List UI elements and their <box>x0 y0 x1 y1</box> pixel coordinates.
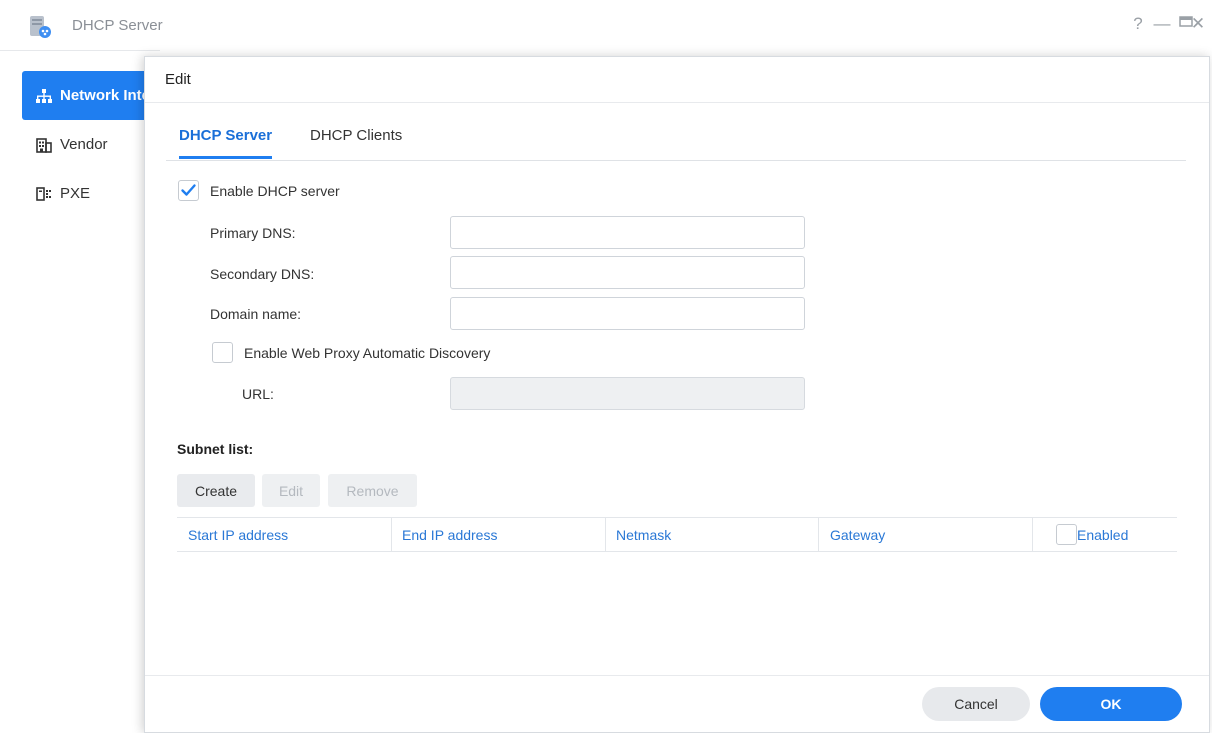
checkmark-icon <box>181 184 196 196</box>
column-enabled[interactable]: Enabled <box>1077 518 1128 551</box>
subnet-table-header: Start IP address End IP address Netmask … <box>177 517 1177 552</box>
minimize-icon[interactable]: — <box>1152 14 1172 34</box>
dialog-footer: Cancel OK <box>145 675 1209 733</box>
edit-button[interactable]: Edit <box>262 474 320 507</box>
secondary-dns-input[interactable] <box>450 256 805 289</box>
create-button[interactable]: Create <box>177 474 255 507</box>
sidebar-item-label: Vendor <box>60 136 108 153</box>
sidebar-item-network-interface[interactable]: Network Interface <box>22 71 162 120</box>
pxe-icon <box>36 186 52 202</box>
column-netmask[interactable]: Netmask <box>616 518 671 551</box>
column-gateway[interactable]: Gateway <box>830 518 885 551</box>
column-divider <box>605 518 606 551</box>
column-divider <box>818 518 819 551</box>
domain-name-input[interactable] <box>450 297 805 330</box>
enable-dhcp-checkbox[interactable] <box>178 180 199 201</box>
network-icon <box>36 88 52 104</box>
column-start-ip[interactable]: Start IP address <box>188 518 288 551</box>
subnet-list-title: Subnet list: <box>177 441 254 457</box>
remove-button[interactable]: Remove <box>328 474 417 507</box>
building-icon <box>36 137 52 153</box>
column-divider <box>1032 518 1033 551</box>
sidebar-item-vendor[interactable]: Vendor <box>22 120 162 169</box>
tab-dhcp-server[interactable]: DHCP Server <box>179 127 273 159</box>
url-input[interactable] <box>450 377 805 410</box>
cancel-button[interactable]: Cancel <box>922 687 1030 721</box>
url-label: URL: <box>242 386 274 402</box>
primary-dns-input[interactable] <box>450 216 805 249</box>
wpad-checkbox[interactable] <box>212 342 233 363</box>
enabled-all-checkbox[interactable] <box>1056 524 1077 545</box>
sidebar-item-pxe[interactable]: PXE <box>22 169 162 218</box>
column-end-ip[interactable]: End IP address <box>402 518 497 551</box>
wpad-label: Enable Web Proxy Automatic Discovery <box>244 345 491 361</box>
column-divider <box>391 518 392 551</box>
dialog-header: Edit <box>145 57 1209 103</box>
tab-bar: DHCP Server DHCP Clients <box>166 117 1186 161</box>
tab-dhcp-clients[interactable]: DHCP Clients <box>310 127 402 156</box>
sidebar-item-label: PXE <box>60 185 91 202</box>
window-title: DHCP Server <box>72 17 163 34</box>
domain-name-label: Domain name: <box>210 306 302 322</box>
edit-dialog: Edit DHCP Server DHCP Clients Enable DHC… <box>144 56 1210 733</box>
secondary-dns-label: Secondary DNS: <box>210 266 315 282</box>
dialog-title: Edit <box>165 71 191 88</box>
help-icon[interactable]: ? <box>1128 14 1148 34</box>
dhcp-server-app-icon <box>28 15 52 39</box>
sidebar: Network Interface Vendor PXE <box>0 50 162 733</box>
ok-button[interactable]: OK <box>1040 687 1182 721</box>
enable-dhcp-label: Enable DHCP server <box>210 183 340 199</box>
primary-dns-label: Primary DNS: <box>210 225 296 241</box>
window-titlebar: DHCP Server ? — ✕ <box>0 0 1212 50</box>
close-icon[interactable]: ✕ <box>1188 14 1208 34</box>
